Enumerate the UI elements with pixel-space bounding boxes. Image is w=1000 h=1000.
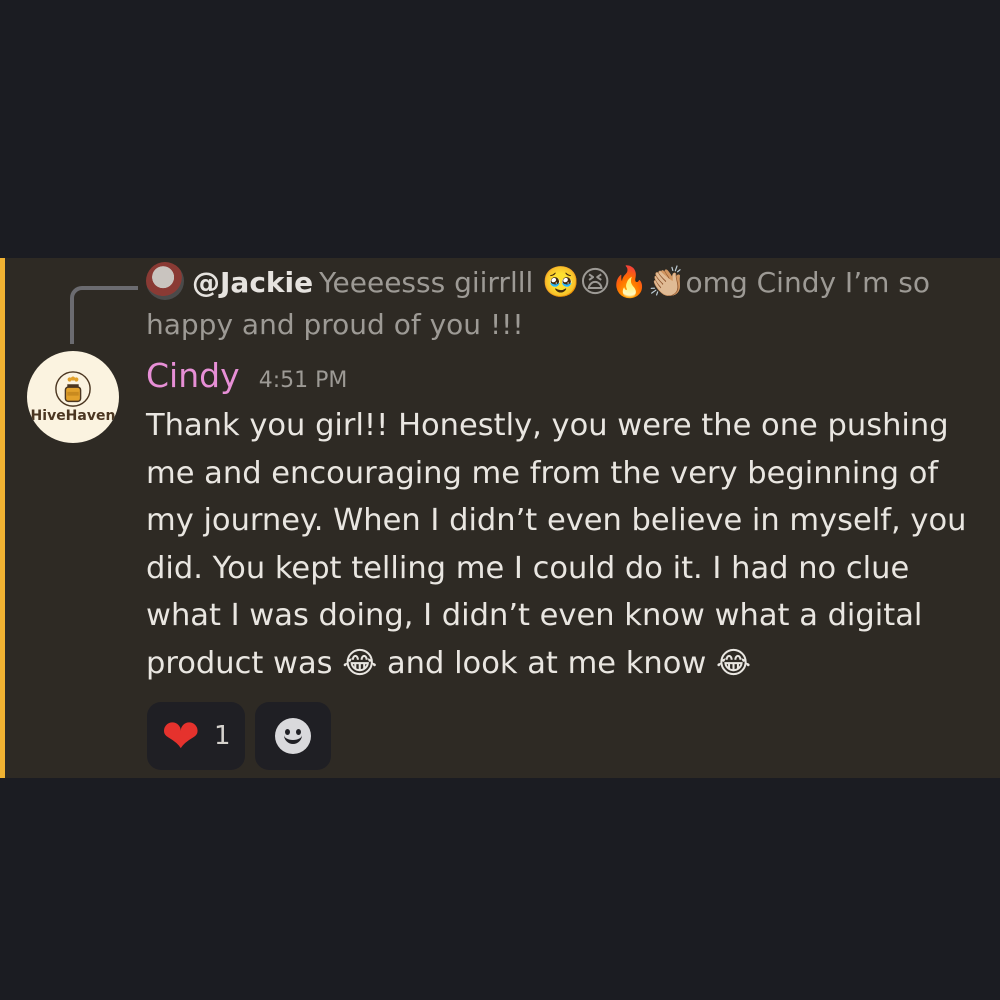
reaction-count: 1: [214, 721, 231, 751]
message-line: me and encouraging me from the very begi…: [146, 455, 939, 491]
author-name[interactable]: Cindy: [146, 356, 240, 395]
reply-preview[interactable]: @Jackie Yeeeesss giirrlll 🥹😫🔥👏🏼omg Cindy …: [146, 262, 966, 346]
author-avatar[interactable]: HiveHaven: [27, 351, 119, 443]
reply-avatar[interactable]: [146, 262, 184, 300]
reply-text-part2: omg Cindy I’m so: [685, 266, 930, 299]
smiley-icon: [275, 718, 311, 754]
reply-connector: [70, 286, 138, 344]
mention-highlight-bar: [0, 258, 5, 778]
message-line-last: product was 😂 and look at me know 😂: [146, 640, 976, 688]
honey-jar-icon: [55, 371, 91, 407]
reply-emojis: 🥹😫🔥👏🏼: [542, 265, 686, 300]
message-line: did. You kept telling me I could do it. …: [146, 550, 910, 586]
heart-icon: ❤: [161, 709, 200, 763]
heart-reaction[interactable]: ❤ 1: [147, 702, 245, 770]
message-content: Thank you girl!! Honestly, you were the …: [146, 402, 976, 688]
highlighted-message: @Jackie Yeeeesss giirrlll 🥹😫🔥👏🏼omg Cindy …: [0, 258, 1000, 778]
avatar-brand-label: HiveHaven: [30, 408, 116, 424]
laughing-emoji: 😂: [716, 645, 752, 681]
reply-text-part1: Yeeeesss giirrlll: [319, 266, 543, 299]
message-text: product was: [146, 645, 343, 681]
message-text: and look at me know: [377, 645, 717, 681]
message-timestamp[interactable]: 4:51 PM: [259, 368, 348, 393]
reactions-bar: ❤ 1: [147, 702, 331, 770]
message-line: my journey. When I didn’t even believe i…: [146, 503, 967, 539]
add-reaction-button[interactable]: [255, 702, 331, 770]
reply-username[interactable]: @Jackie: [192, 266, 313, 299]
message-line: what I was doing, I didn’t even know wha…: [146, 598, 923, 634]
message-header: Cindy 4:51 PM: [146, 356, 347, 395]
reply-text-line2: happy and proud of you !!!: [146, 308, 524, 341]
message-line: Thank you girl!! Honestly, you were the …: [146, 408, 949, 443]
laughing-emoji: 😂: [342, 645, 378, 681]
